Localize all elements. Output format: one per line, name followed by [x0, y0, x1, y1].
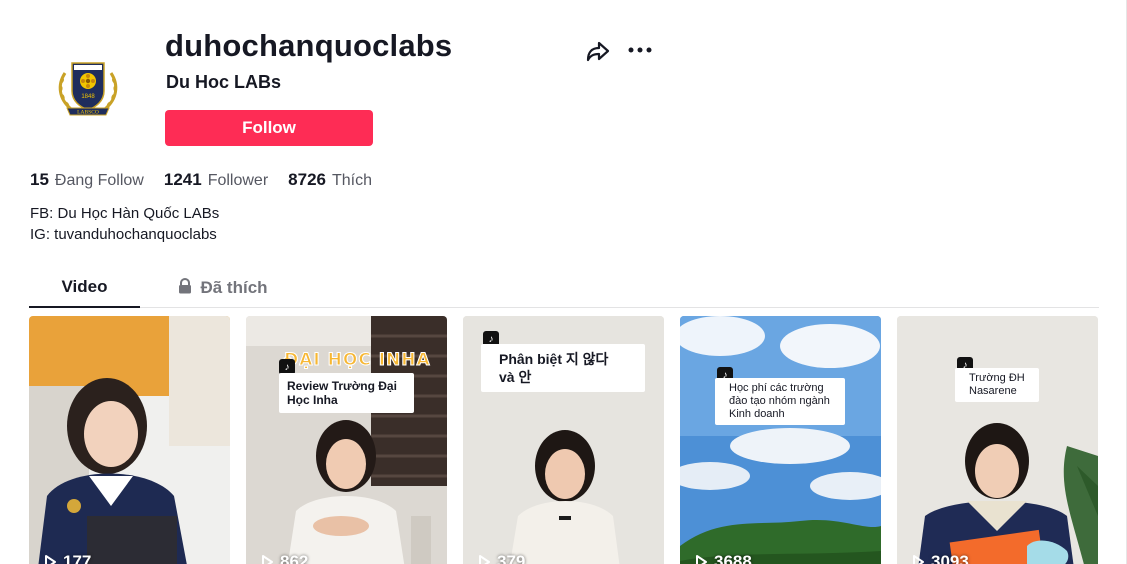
video-views: 862	[260, 552, 308, 564]
profile-username: duhochanquoclabs	[165, 28, 453, 63]
likes-label: Thích	[331, 172, 372, 189]
bio-line-ig: IG: tuvanduhochanquoclabs	[30, 226, 217, 243]
video-caption: Phân biệt 지 않다 và 안	[481, 344, 645, 392]
video-card[interactable]: ♪ Trường ĐH Nasarene 3093	[897, 316, 1098, 564]
followers-label: Follower	[207, 172, 269, 189]
avatar[interactable]: 1848 LABSCO	[30, 30, 146, 146]
video-caption: Trường ĐH Nasarene	[955, 368, 1039, 402]
video-views-count: 3093	[931, 552, 969, 564]
play-icon	[479, 555, 490, 564]
profile-stats: 15 Đang Follow 1241 Follower 8726 Thích	[30, 170, 372, 190]
svg-text:LABSCO: LABSCO	[77, 110, 99, 116]
page-scrollbar[interactable]	[1113, 0, 1127, 564]
video-views-count: 862	[280, 552, 309, 564]
stat-followers[interactable]: 1241 Follower	[164, 170, 268, 190]
video-card[interactable]: ♪ Học phí các trường đào tạo nhóm ngành …	[680, 316, 881, 564]
video-caption: Review Trường Đại Học Inha	[279, 373, 414, 413]
likes-count: 8726	[288, 170, 326, 189]
play-icon	[45, 555, 56, 564]
video-views-count: 3688	[714, 552, 752, 564]
tab-liked[interactable]: Đã thích	[173, 268, 273, 308]
stat-following[interactable]: 15 Đang Follow	[30, 170, 144, 190]
tab-liked-label: Đã thích	[200, 278, 268, 297]
video-views-count: 177	[63, 552, 92, 564]
video-views-count: 379	[497, 552, 526, 564]
stat-likes: 8726 Thích	[288, 170, 372, 190]
video-views: 379	[477, 552, 525, 564]
followers-count: 1241	[163, 170, 202, 189]
play-icon	[913, 555, 924, 564]
bio-line-fb: FB: Du Học Hàn Quốc LABs	[30, 205, 220, 222]
follow-button[interactable]: Follow	[165, 110, 373, 146]
profile-nickname: Du Hoc LABs	[166, 72, 282, 92]
profile-tabs: Video Đã thích	[29, 268, 1099, 308]
share-icon[interactable]	[585, 38, 611, 64]
video-card[interactable]: 177	[29, 316, 230, 564]
profile-bio: FB: Du Học Hàn Quốc LABs IG: tuvanduhoch…	[30, 203, 219, 245]
video-thumbnail	[29, 316, 230, 564]
video-thumbnail	[897, 316, 1098, 564]
video-grid: 177 ĐẠI HỌC INHA ♪ Review Trường Đại Học…	[29, 316, 1098, 564]
video-views: 3688	[694, 552, 752, 564]
video-caption: Học phí các trường đào tạo nhóm ngành Ki…	[715, 378, 845, 425]
svg-text:1848: 1848	[81, 94, 95, 100]
lock-icon	[178, 277, 192, 299]
labsco-logo: 1848 LABSCO	[58, 62, 118, 116]
following-label: Đang Follow	[54, 172, 144, 189]
video-card[interactable]: ♪ Phân biệt 지 않다 và 안 379	[463, 316, 664, 564]
tab-video[interactable]: Video	[29, 268, 140, 308]
play-icon	[696, 555, 707, 564]
video-overlay-title: ĐẠI HỌC INHA	[284, 350, 431, 371]
video-thumbnail	[680, 316, 881, 564]
play-icon	[262, 555, 273, 564]
more-icon[interactable]	[626, 38, 654, 62]
following-count: 15	[30, 170, 49, 189]
tab-video-label: Video	[61, 277, 108, 296]
video-views: 177	[43, 552, 91, 564]
video-views: 3093	[911, 552, 969, 564]
video-card[interactable]: ĐẠI HỌC INHA ♪ Review Trường Đại Học Inh…	[246, 316, 447, 564]
